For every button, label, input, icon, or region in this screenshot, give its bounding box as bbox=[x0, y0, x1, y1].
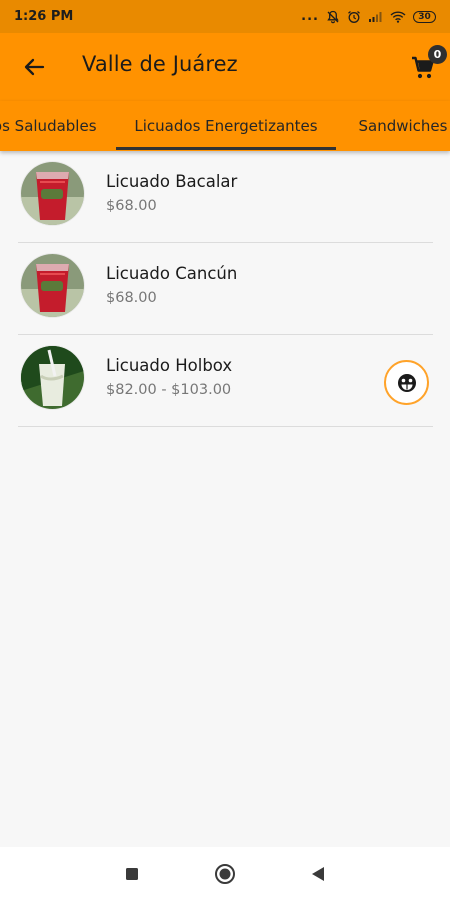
product-image bbox=[21, 254, 84, 317]
circle-icon bbox=[215, 863, 235, 884]
home-button[interactable] bbox=[200, 847, 250, 900]
wifi-icon bbox=[390, 10, 406, 23]
product-image bbox=[21, 162, 84, 225]
battery-indicator: 30 bbox=[413, 10, 436, 23]
tab-sandwiches[interactable]: Sandwiches bbox=[344, 101, 450, 151]
options-button[interactable] bbox=[384, 360, 429, 405]
page-title: Valle de Juárez bbox=[82, 52, 238, 76]
product-row[interactable]: Licuado Bacalar $68.00 bbox=[18, 151, 433, 243]
active-tab-indicator bbox=[116, 147, 336, 150]
tab-licuados-energetizantes[interactable]: Licuados Energetizantes bbox=[116, 101, 336, 151]
cart-count-badge: 0 bbox=[428, 45, 447, 64]
cart-button[interactable]: 0 bbox=[408, 45, 447, 87]
product-price: $68.00 bbox=[106, 198, 157, 214]
product-name: Licuado Cancún bbox=[106, 264, 238, 283]
system-nav-bar bbox=[0, 847, 450, 900]
triangle-back-icon bbox=[312, 866, 324, 881]
square-icon bbox=[126, 867, 138, 880]
arrow-left-icon bbox=[24, 58, 45, 76]
product-list: Licuado Bacalar $68.00 Licuado Cancún $6… bbox=[18, 151, 433, 427]
product-name: Licuado Holbox bbox=[106, 356, 233, 375]
more-dots: ... bbox=[301, 9, 319, 24]
mute-bell-icon bbox=[326, 10, 340, 24]
category-tabs: Jugos Saludables Licuados Energetizantes… bbox=[0, 101, 450, 151]
product-row[interactable]: Licuado Holbox $82.00 - $103.00 bbox=[18, 335, 433, 427]
app-bar: Valle de Juárez 0 bbox=[0, 33, 450, 101]
product-image bbox=[21, 346, 84, 409]
signal-icon bbox=[368, 11, 383, 23]
status-time: 1:26 PM bbox=[14, 9, 74, 24]
product-row[interactable]: Licuado Cancún $68.00 bbox=[18, 243, 433, 335]
tab-jugos-saludables[interactable]: Jugos Saludables bbox=[0, 101, 112, 151]
recent-apps-button[interactable] bbox=[107, 847, 157, 900]
product-price: $82.00 - $103.00 bbox=[106, 382, 232, 398]
alarm-icon bbox=[347, 10, 361, 24]
back-button[interactable] bbox=[20, 53, 48, 81]
product-name: Licuado Bacalar bbox=[106, 172, 238, 191]
system-back-button[interactable] bbox=[293, 847, 343, 900]
smiley-face-icon bbox=[397, 373, 416, 392]
status-icons: ... 30 bbox=[301, 9, 436, 24]
status-bar: 1:26 PM ... 30 bbox=[0, 0, 450, 33]
product-price: $68.00 bbox=[106, 290, 157, 306]
